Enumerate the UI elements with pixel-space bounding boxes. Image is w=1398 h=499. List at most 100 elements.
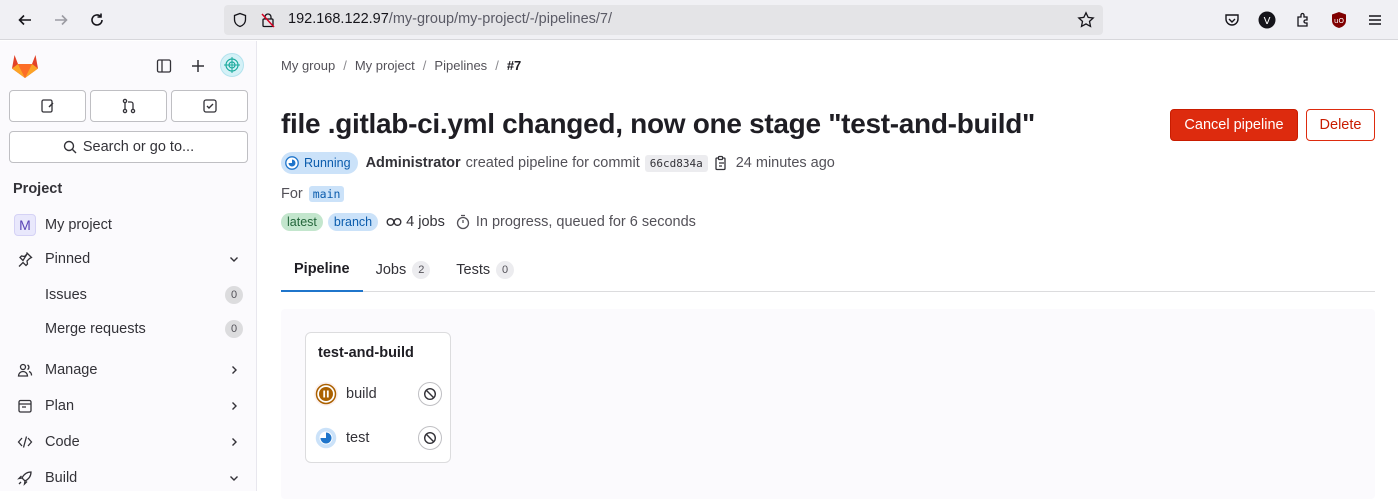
gitlab-logo-icon[interactable] xyxy=(11,53,39,84)
cancel-job-icon[interactable] xyxy=(418,426,442,450)
count-badge: 0 xyxy=(225,320,243,338)
branch-badge: branch xyxy=(327,213,379,231)
timer-icon xyxy=(456,214,469,230)
status-label: Running xyxy=(304,156,351,170)
job-item-build[interactable]: build xyxy=(314,377,442,411)
sidebar-item-code[interactable]: Code xyxy=(9,426,248,458)
merge-requests-shortcut-button[interactable] xyxy=(90,90,167,122)
chevron-down-icon xyxy=(226,472,242,484)
svg-text:V: V xyxy=(1264,16,1271,27)
bookmark-star-icon[interactable] xyxy=(1077,11,1095,34)
url-path: /my-group/my-project/-/pipelines/7/ xyxy=(388,11,613,27)
code-icon xyxy=(13,434,37,450)
pocket-icon[interactable] xyxy=(1222,10,1242,30)
sidebar-item-label: My project xyxy=(45,217,112,233)
time-ago: 24 minutes ago xyxy=(735,155,835,171)
running-icon xyxy=(314,426,338,450)
pipeline-meta: Running Administrator created pipeline f… xyxy=(281,152,835,174)
back-icon[interactable] xyxy=(13,8,37,32)
stage-title: test-and-build xyxy=(318,345,414,361)
tab-pipeline[interactable]: Pipeline xyxy=(281,248,363,292)
sidebar-item-label: Plan xyxy=(45,398,75,414)
account-icon[interactable]: V xyxy=(1257,10,1277,30)
search-button[interactable]: Search or go to... xyxy=(9,131,248,163)
ref-row: For main xyxy=(281,186,345,202)
menu-icon[interactable] xyxy=(1365,10,1385,30)
sidebar-item-plan[interactable]: Plan xyxy=(9,390,248,422)
main-content: My group / My project / Pipelines / #7 f… xyxy=(258,41,1398,499)
tab-label: Pipeline xyxy=(294,261,350,277)
cancel-job-icon[interactable] xyxy=(418,382,442,406)
sidebar-item-label: Merge requests xyxy=(45,321,146,337)
tab-count: 0 xyxy=(496,261,515,279)
paused-icon xyxy=(314,382,338,406)
ref-link[interactable]: main xyxy=(308,186,345,202)
tab-label: Tests xyxy=(456,262,491,278)
sidebar-item-label: Code xyxy=(45,434,80,450)
ublock-icon[interactable]: uO xyxy=(1329,10,1349,30)
breadcrumb-current[interactable]: #7 xyxy=(507,58,521,73)
plus-icon[interactable] xyxy=(187,55,209,77)
jobs-count-label: 4 jobs xyxy=(406,214,445,230)
tab-jobs[interactable]: Jobs 2 xyxy=(363,248,444,292)
shield-icon[interactable] xyxy=(232,12,248,33)
chevron-right-icon xyxy=(226,436,242,448)
sidebar-item-label: Pinned xyxy=(45,251,91,267)
breadcrumb-item[interactable]: My project xyxy=(355,58,415,73)
sidebar-section-title: Project xyxy=(13,181,63,197)
sidebar-item-merge-requests[interactable]: Merge requests 0 xyxy=(9,313,248,345)
issues-shortcut-button[interactable] xyxy=(9,90,86,122)
pipeline-tabs: Pipeline Jobs 2 Tests 0 xyxy=(281,248,1375,292)
chevron-right-icon xyxy=(226,400,242,412)
rocket-icon xyxy=(13,470,37,486)
sidebar-item-manage[interactable]: Manage xyxy=(9,354,248,386)
page-title: file .gitlab-ci.yml changed, now one sta… xyxy=(281,108,1036,139)
user-avatar[interactable] xyxy=(220,53,244,77)
collapse-sidebar-icon[interactable] xyxy=(153,55,175,77)
pipeline-icon xyxy=(386,218,402,226)
insecure-lock-icon[interactable] xyxy=(260,12,276,33)
cancel-pipeline-button[interactable]: Cancel pipeline xyxy=(1170,109,1298,141)
author-link[interactable]: Administrator xyxy=(366,155,461,171)
sidebar-item-pinned[interactable]: Pinned xyxy=(9,243,248,275)
url-text: 192.168.122.97/my-group/my-project/-/pip… xyxy=(288,11,612,27)
sidebar-item-label: Issues xyxy=(45,287,87,303)
merge-request-icon xyxy=(122,98,135,114)
sidebar-item-label: Manage xyxy=(45,362,98,378)
sidebar: Search or go to... Project M My project … xyxy=(0,41,257,491)
todos-shortcut-button[interactable] xyxy=(171,90,248,122)
search-icon xyxy=(63,140,77,154)
extensions-icon[interactable] xyxy=(1293,10,1313,30)
delete-button[interactable]: Delete xyxy=(1306,109,1375,141)
todo-icon xyxy=(202,99,217,113)
progress-info: In progress, queued for 6 seconds xyxy=(455,214,696,230)
progress-label: In progress, queued for 6 seconds xyxy=(475,214,696,230)
tab-tests[interactable]: Tests 0 xyxy=(443,248,527,292)
reload-icon[interactable] xyxy=(85,8,109,32)
breadcrumb: My group / My project / Pipelines / #7 xyxy=(281,58,522,73)
breadcrumb-item[interactable]: My group xyxy=(281,58,335,73)
copy-icon[interactable] xyxy=(714,155,728,171)
sidebar-item-build[interactable]: Build xyxy=(9,462,248,494)
commit-sha[interactable]: 66cd834a xyxy=(644,154,708,172)
forward-icon[interactable] xyxy=(49,8,73,32)
jobs-count: 4 jobs xyxy=(386,214,445,230)
pin-icon xyxy=(13,251,37,267)
url-host: 192.168.122.97 xyxy=(288,11,389,27)
project-avatar: M xyxy=(14,214,36,236)
status-badge[interactable]: Running xyxy=(281,152,358,174)
badges-row: latest branch 4 jobs In progress, queued… xyxy=(281,213,696,231)
stage-card: test-and-build build test xyxy=(305,332,451,463)
address-bar[interactable]: 192.168.122.97/my-group/my-project/-/pip… xyxy=(224,5,1103,35)
tab-count: 2 xyxy=(412,261,431,279)
sidebar-item-issues[interactable]: Issues 0 xyxy=(9,279,248,311)
running-icon xyxy=(285,156,299,170)
sidebar-item-project[interactable]: M My project xyxy=(9,209,248,241)
job-item-test[interactable]: test xyxy=(314,421,442,455)
pipeline-graph: test-and-build build test xyxy=(281,309,1375,499)
breadcrumb-item[interactable]: Pipelines xyxy=(434,58,487,73)
created-text: created pipeline for commit xyxy=(465,155,640,171)
browser-toolbar: 192.168.122.97/my-group/my-project/-/pip… xyxy=(0,0,1398,40)
svg-text:uO: uO xyxy=(1334,17,1344,25)
search-label: Search or go to... xyxy=(82,139,195,155)
